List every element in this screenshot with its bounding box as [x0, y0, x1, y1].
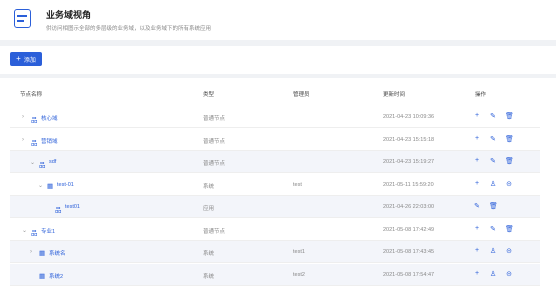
row-actions: + ✎ 🗑 — [473, 157, 514, 165]
node-type: 普通节点 — [203, 138, 226, 145]
column-header-time: 更新时间 — [383, 92, 406, 98]
expand-caret-icon[interactable]: › — [30, 249, 32, 255]
table-row[interactable]: 品 test01 应用 2021-04-26 22:03:00 ✎ 🗑 — [10, 196, 540, 218]
update-time: 2021-04-23 15:15:18 — [383, 136, 435, 143]
table-row[interactable]: ⌄ ▦ test-01 系统 test 2021-05-11 15:59:20 + ♙ ⊝ — [10, 174, 540, 196]
table-row[interactable]: › 品营销域 普通节点 2021-04-23 15:15:18 + ✎ 🗑 — [10, 129, 540, 151]
table-row[interactable]: ⌄ 品专业1 普通节点 2021-05-08 17:42:49 + ✎ 🗑 — [10, 219, 540, 241]
user-icon[interactable]: ♙ — [489, 247, 497, 255]
delete-icon[interactable]: 🗑 — [505, 135, 514, 143]
node-type: 系统 — [203, 273, 215, 280]
node-name[interactable]: test-01 — [57, 182, 74, 188]
expand-caret-icon[interactable]: ⌄ — [38, 182, 43, 189]
plus-icon[interactable]: + — [473, 112, 481, 120]
plus-icon[interactable]: + — [473, 180, 481, 188]
column-header-owner: 管理员 — [293, 92, 310, 98]
column-header-type: 类型 — [203, 92, 215, 98]
update-time: 2021-05-11 15:59:20 — [383, 181, 434, 188]
table-row[interactable]: › ▦ 系统名 系统 test1 2021-05-08 17:43:45 + ♙ ⊝ — [10, 241, 540, 263]
node-name[interactable]: sdf — [49, 159, 56, 165]
plus-icon[interactable]: + — [473, 135, 481, 143]
node-type-icon: ▦ — [47, 182, 54, 190]
node-owner: test1 — [293, 249, 305, 255]
edit-icon[interactable]: ✎ — [489, 157, 497, 165]
node-name[interactable]: 系统2 — [49, 272, 63, 280]
user-icon[interactable]: ♙ — [489, 270, 497, 278]
domain-icon — [14, 9, 31, 28]
plus-icon[interactable]: + — [473, 270, 481, 278]
node-type-icon: 品 — [55, 207, 62, 214]
delete-icon[interactable]: 🗑 — [489, 202, 498, 210]
expand-caret-icon[interactable]: ⌄ — [22, 227, 27, 234]
update-time: 2021-05-08 17:42:49 — [383, 226, 435, 233]
row-actions: + ✎ 🗑 — [473, 225, 514, 233]
edit-icon[interactable]: ✎ — [489, 112, 497, 120]
delete-icon[interactable]: 🗑 — [505, 157, 514, 165]
plus-icon[interactable]: + — [473, 225, 481, 233]
edit-icon[interactable]: ✎ — [489, 135, 497, 143]
node-owner: test — [293, 181, 302, 188]
add-button-label: 添加 — [23, 57, 36, 64]
update-time: 2021-04-26 22:03:00 — [383, 204, 435, 210]
node-type: 系统 — [203, 251, 215, 257]
node-type-icon: ▦ — [39, 272, 46, 280]
node-owner: test2 — [293, 271, 305, 278]
row-actions: + ✎ 🗑 — [473, 135, 514, 143]
update-time: 2021-04-23 15:19:27 — [383, 159, 435, 165]
node-type-icon: 品 — [31, 229, 38, 237]
row-actions: + ♙ ⊝ — [473, 247, 513, 255]
expand-caret-icon[interactable]: ⌄ — [30, 159, 35, 166]
column-header-name: 节点名称 — [20, 92, 43, 98]
node-type-icon: 品 — [31, 139, 38, 147]
node-name[interactable]: test01 — [65, 204, 80, 210]
node-name[interactable]: 营销域 — [41, 137, 58, 145]
column-header-actions: 操作 — [475, 92, 487, 98]
delete-icon[interactable]: 🗑 — [505, 225, 514, 233]
link-icon[interactable]: ⊝ — [505, 247, 513, 255]
toolbar: + 添加 — [0, 46, 556, 74]
link-icon[interactable]: ⊝ — [505, 270, 513, 278]
page-subtitle: 供访问相图示全部的多层级的业务域，以及业务域下的所有系统应用 — [46, 26, 212, 32]
node-name[interactable]: 核心域 — [41, 114, 58, 122]
edit-icon[interactable]: ✎ — [489, 225, 497, 233]
add-button[interactable]: + 添加 — [10, 52, 42, 66]
tree-table: 节点名称 类型 管理员 更新时间 操作 › 品核心域 普通节点 2021-04-23 … — [0, 78, 556, 292]
link-icon[interactable]: ⊝ — [505, 180, 513, 188]
row-actions: ✎ 🗑 — [473, 202, 498, 210]
edit-icon[interactable]: ✎ — [473, 202, 481, 210]
node-type: 普通节点 — [203, 116, 226, 122]
table-row[interactable]: ⌄ 品 sdf 普通节点 2021-04-23 15:19:27 + ✎ 🗑 — [10, 151, 540, 173]
expand-caret-icon[interactable]: › — [22, 114, 24, 120]
node-type: 普通节点 — [203, 228, 226, 235]
update-time: 2021-05-08 17:54:47 — [383, 271, 435, 278]
table-row[interactable]: ▦ 系统2 系统 test2 2021-05-08 17:54:47 + ♙ ⊝ — [10, 263, 540, 286]
plus-icon: + — [16, 54, 21, 63]
node-name[interactable]: 系统名 — [49, 249, 66, 257]
plus-icon[interactable]: + — [473, 247, 481, 255]
node-type: 普通节点 — [203, 161, 226, 167]
user-icon[interactable]: ♙ — [489, 180, 497, 188]
page-header: 业务域视角 供访问相图示全部的多层级的业务域，以及业务域下的所有系统应用 — [0, 0, 556, 40]
node-type-icon: 品 — [31, 117, 38, 124]
row-actions: + ♙ ⊝ — [473, 270, 513, 278]
node-name[interactable]: 专业1 — [41, 227, 55, 235]
node-type: 系统 — [203, 183, 215, 190]
page-title: 业务域视角 — [46, 10, 92, 20]
update-time: 2021-05-08 17:43:45 — [383, 249, 435, 255]
node-type: 应用 — [203, 206, 215, 212]
update-time: 2021-04-23 10:09:36 — [383, 114, 435, 120]
delete-icon[interactable]: 🗑 — [505, 112, 514, 120]
table-row[interactable]: › 品核心域 普通节点 2021-04-23 10:09:36 + ✎ 🗑 — [10, 106, 540, 128]
row-actions: + ✎ 🗑 — [473, 112, 514, 120]
row-actions: + ♙ ⊝ — [473, 180, 513, 188]
table-header: 节点名称 类型 管理员 更新时间 操作 — [0, 84, 556, 104]
expand-caret-icon[interactable]: › — [22, 137, 24, 143]
plus-icon[interactable]: + — [473, 157, 481, 165]
node-type-icon: 品 — [39, 162, 46, 169]
node-type-icon: ▦ — [39, 250, 46, 257]
